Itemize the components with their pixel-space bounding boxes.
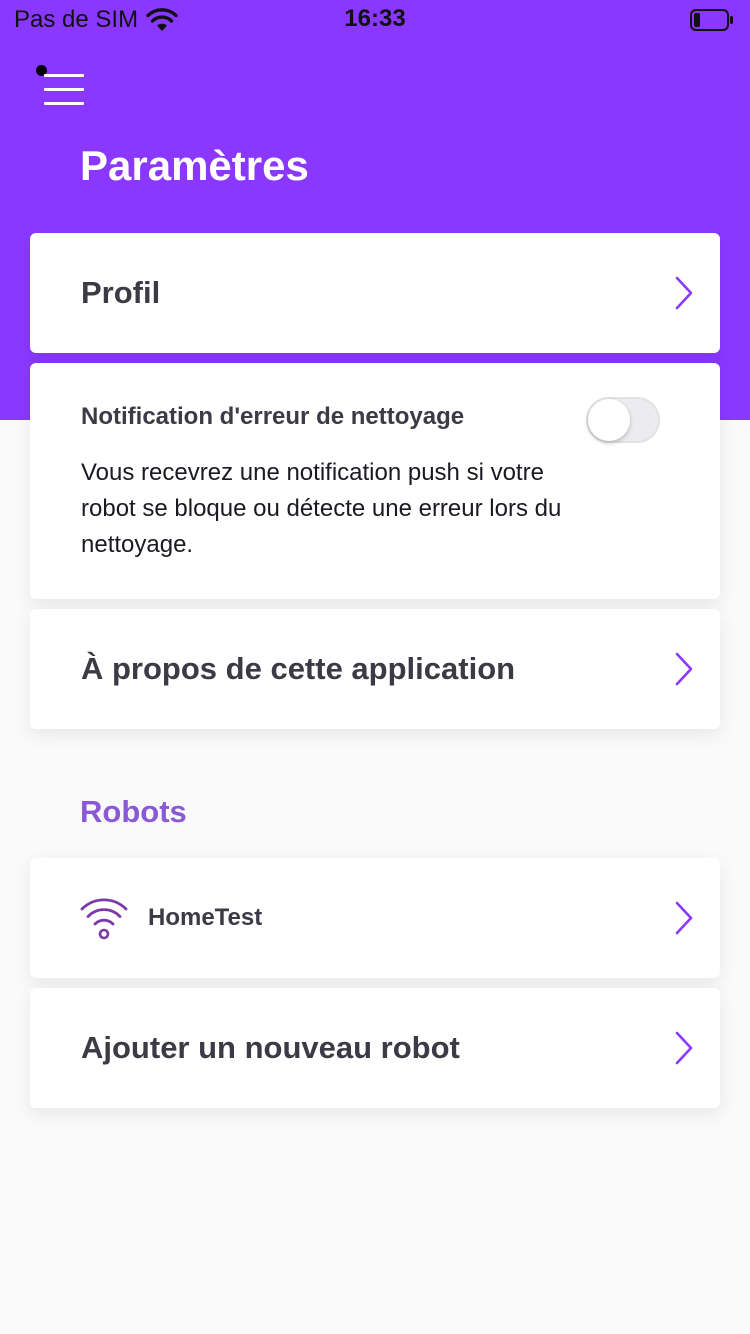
robots-section-title: Robots <box>80 794 187 829</box>
profile-row[interactable]: Profil <box>30 233 720 353</box>
profile-label: Profil <box>81 275 161 310</box>
wifi-icon <box>80 898 128 940</box>
chevron-right-icon <box>675 1031 693 1065</box>
add-robot-row[interactable]: Ajouter un nouveau robot <box>30 988 720 1108</box>
settings-screen: Pas de SIM 16:33 Paramètres Profil Notif <box>0 0 750 1334</box>
menu-button[interactable] <box>36 62 88 110</box>
about-label: À propos de cette application <box>81 651 516 686</box>
notification-card: Notification d'erreur de nettoyage Vous … <box>30 363 720 599</box>
chevron-right-icon <box>675 652 693 686</box>
status-time: 16:33 <box>344 5 406 32</box>
about-row[interactable]: À propos de cette application <box>30 609 720 729</box>
toggle-knob <box>588 399 630 441</box>
status-bar: Pas de SIM 16:33 <box>0 0 750 40</box>
header-background <box>0 0 750 420</box>
page-title: Paramètres <box>80 142 309 189</box>
notification-toggle[interactable] <box>586 397 660 443</box>
notification-description: Vous recevrez une notification push si v… <box>81 459 562 558</box>
chevron-right-icon <box>675 901 693 935</box>
add-robot-label: Ajouter un nouveau robot <box>81 1030 460 1065</box>
robot-item-hometest[interactable]: HomeTest <box>30 858 720 978</box>
battery-icon <box>690 9 733 31</box>
chevron-right-icon <box>675 276 693 310</box>
robot-name: HomeTest <box>148 904 263 931</box>
notification-title: Notification d'erreur de nettoyage <box>81 403 465 430</box>
